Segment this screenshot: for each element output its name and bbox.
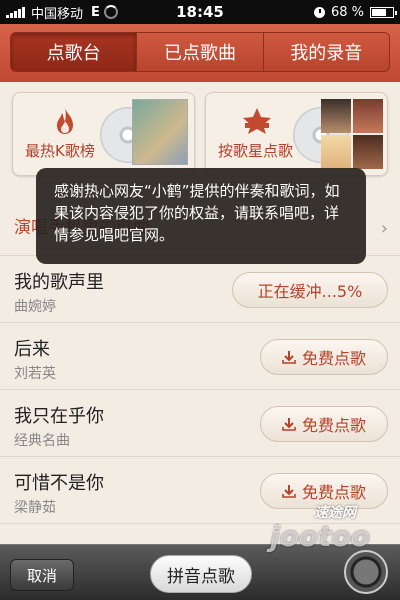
watermark-cn-text: 速途网 xyxy=(314,505,356,521)
song-title: 我只在乎你 xyxy=(14,406,104,427)
star-icon xyxy=(243,108,271,134)
by-singer-card[interactable]: 按歌星点歌 xyxy=(205,92,388,176)
chevron-right-icon: › xyxy=(380,218,388,239)
song-artist: 梁静茹 xyxy=(14,500,56,516)
segmented-tabs: 点歌台 已点歌曲 我的录音 xyxy=(10,32,390,72)
alarm-clock-icon xyxy=(313,6,325,18)
status-bar: 中国移动 E 18:45 68 % xyxy=(0,0,400,24)
by-singer-label: 按歌星点歌 xyxy=(218,142,294,160)
free-order-button[interactable]: 免费点歌 xyxy=(260,406,388,442)
hot-ktv-chart-label: 最热K歌榜 xyxy=(25,142,95,160)
song-artist: 曲婉婷 xyxy=(14,299,56,315)
download-icon xyxy=(282,351,296,364)
buffering-button[interactable]: 正在缓冲...5% xyxy=(232,272,388,308)
download-icon xyxy=(282,418,296,431)
flame-icon xyxy=(57,108,73,134)
top-tab-bar: 点歌台 已点歌曲 我的录音 xyxy=(0,24,400,82)
list-item[interactable]: 我只在乎你 经典名曲 免费点歌 xyxy=(0,390,400,457)
song-title: 后来 xyxy=(14,339,50,360)
free-order-label: 免费点歌 xyxy=(301,349,366,368)
song-artist: 刘若英 xyxy=(14,366,56,382)
cancel-button[interactable]: 取消 xyxy=(10,559,74,591)
song-title: 可惜不是你 xyxy=(14,473,104,494)
signal-icon xyxy=(6,6,25,18)
singer-photos-image xyxy=(321,99,383,169)
copyright-toast: 感谢热心网友“小鹤”提供的伴奏和歌词，如果该内容侵犯了你的权益，请联系唱吧，详情… xyxy=(36,168,366,264)
activity-spinner-icon xyxy=(103,5,118,19)
download-icon xyxy=(282,485,296,498)
song-title: 我的歌声里 xyxy=(14,272,104,293)
tab-my-recordings[interactable]: 我的录音 xyxy=(263,33,389,71)
free-order-label: 免费点歌 xyxy=(301,416,366,435)
free-order-label: 免费点歌 xyxy=(301,483,366,502)
tab-song-station[interactable]: 点歌台 xyxy=(11,33,138,71)
hot-ktv-chart-card[interactable]: 最热K歌榜 xyxy=(12,92,195,176)
watermark-text: jootoo xyxy=(270,520,370,553)
pinyin-search-button[interactable]: 拼音点歌 xyxy=(150,555,252,593)
list-item[interactable]: 后来 刘若英 免费点歌 xyxy=(0,323,400,390)
battery-icon xyxy=(370,6,397,18)
carrier-name: 中国移动 xyxy=(31,6,84,22)
tab-ordered-songs[interactable]: 已点歌曲 xyxy=(137,33,264,71)
site-watermark: 速途网 jootoo xyxy=(270,505,370,553)
buffering-label: 正在缓冲...5% xyxy=(257,282,363,301)
category-cards: 最热K歌榜 按歌星点歌 xyxy=(12,92,388,176)
list-item[interactable]: 我的歌声里 曲婉婷 正在缓冲...5% xyxy=(0,256,400,323)
network-type: E xyxy=(91,4,100,20)
album-cover-image xyxy=(132,99,188,165)
song-artist: 经典名曲 xyxy=(14,433,70,449)
record-button-icon[interactable] xyxy=(344,550,388,594)
battery-percent: 68 % xyxy=(330,4,364,20)
free-order-button[interactable]: 免费点歌 xyxy=(260,339,388,375)
